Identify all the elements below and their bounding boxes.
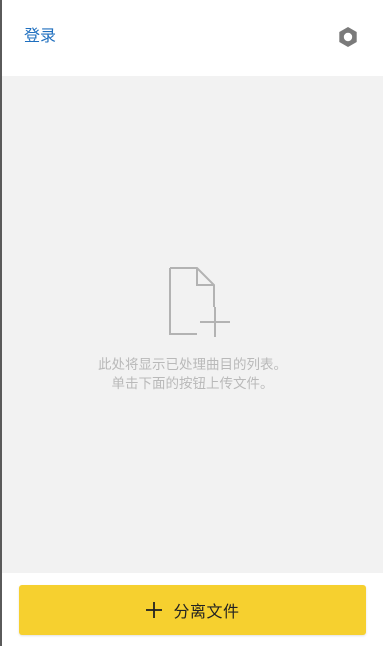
separate-file-button[interactable]: 分离文件: [19, 585, 366, 635]
empty-message-line-2: 单击下面的按钮上传文件。: [111, 376, 274, 392]
top-bar: 登录: [2, 0, 383, 76]
empty-message-line-1: 此处将显示已处理曲目的列表。: [98, 357, 287, 373]
settings-gear-icon: [339, 27, 357, 47]
empty-state-message: 此处将显示已处理曲目的列表。 单击下面的按钮上传文件。: [2, 356, 383, 394]
app-window: 登录 此处将显示已处理曲目的列表。 单击下面的按钮上传文件。 分离文件: [0, 0, 383, 646]
bottom-bar: 分离文件: [2, 573, 383, 646]
plus-icon: [146, 602, 163, 618]
separate-file-label: 分离文件: [173, 602, 240, 621]
track-list-empty-state: 此处将显示已处理曲目的列表。 单击下面的按钮上传文件。: [2, 76, 383, 573]
add-file-icon: [169, 267, 230, 337]
settings-button[interactable]: [336, 25, 360, 49]
login-link[interactable]: 登录: [24, 26, 56, 46]
